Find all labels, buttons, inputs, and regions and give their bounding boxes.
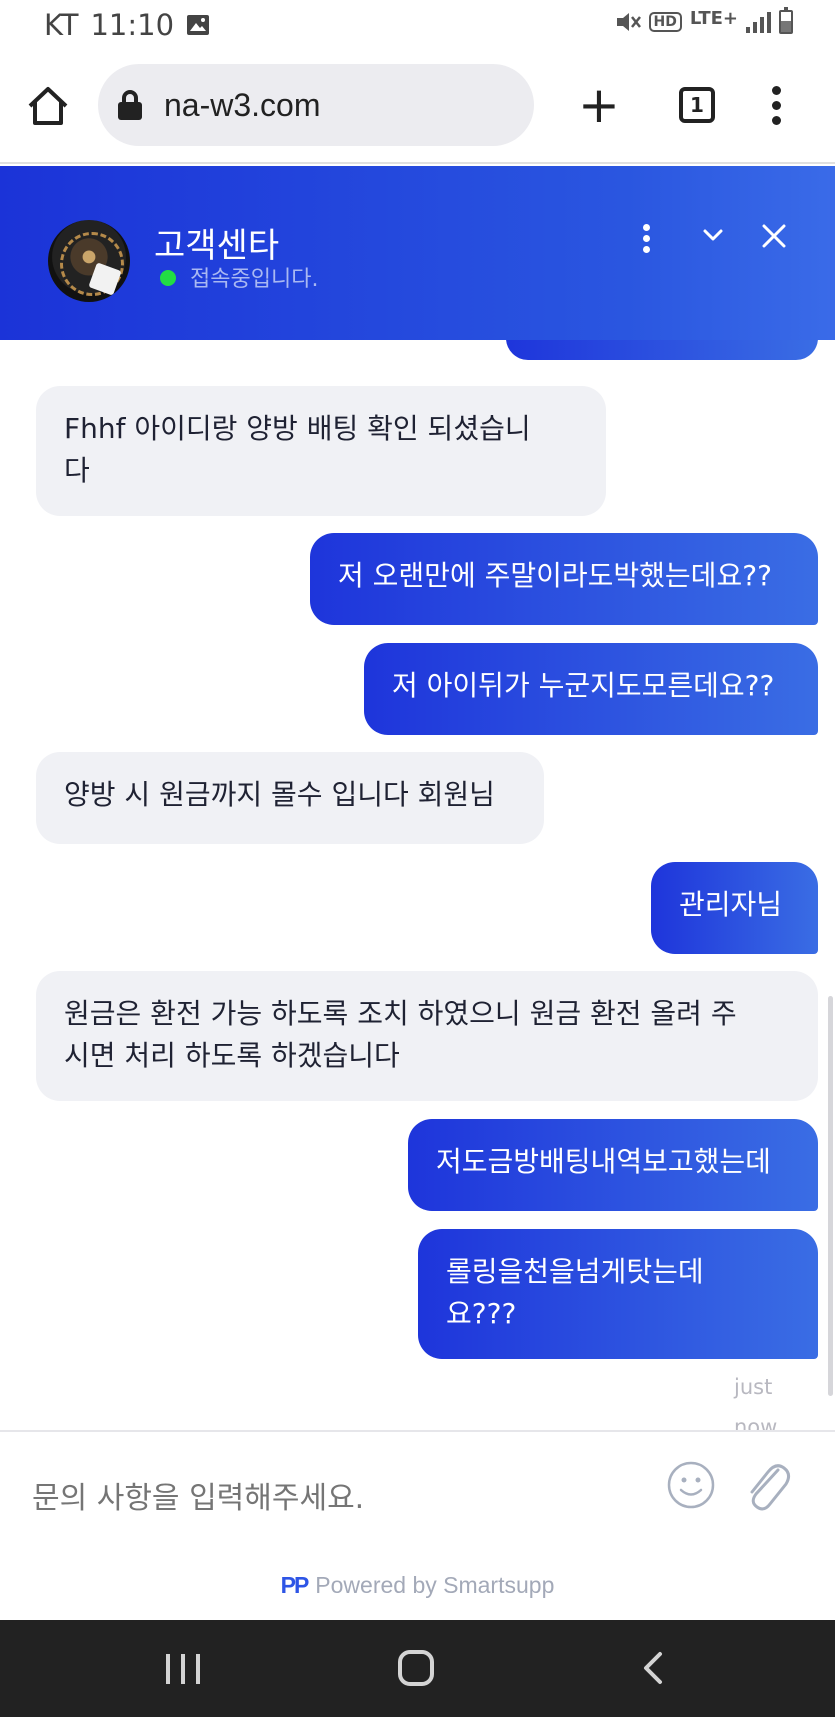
clock: 11:10 [90,8,175,42]
browser-toolbar: na-w3.com + 1 [0,52,835,164]
agent-message: Fhhf 아이디랑 양방 배팅 확인 되셨습니 다 [36,386,606,516]
user-message: 저 아이뒤가 누군지도모른데요?? [364,643,818,735]
home-icon[interactable] [26,84,70,128]
message-timestamp: just now [734,1375,778,1430]
chat-title: 고객센타 [154,226,280,266]
user-message: 저 오랜만에 주말이라도박했는데요?? [310,533,818,625]
message-list[interactable]: Fhhf 아이디랑 양방 배팅 확인 되셨습니 다 저 오랜만에 주말이라도박했… [0,340,835,1430]
close-icon[interactable] [760,222,788,250]
status-icons: HD LTE+ [615,7,793,34]
user-message: 저도금방배팅내역보고했는데 [408,1119,818,1211]
recent-apps-icon[interactable] [166,1654,200,1684]
powered-by-footer[interactable]: PP Powered by Smartsupp [0,1572,835,1599]
lock-icon [118,90,142,120]
powered-by-text: Powered by Smartsupp [315,1572,555,1598]
agent-message: 원금은 환전 가능 하도록 조치 하였으니 원금 환전 올려 주 시면 처리 하… [36,971,818,1101]
signal-icon [746,11,771,33]
emoji-icon[interactable] [666,1460,716,1510]
status-bar: KT 11:10 HD LTE+ [0,0,835,52]
mute-icon [616,13,641,31]
chat-header: 고객센타 접속중입니다. [0,166,835,340]
new-tab-icon[interactable]: + [578,80,620,130]
message-composer: PPPowered by Smartsupp [0,1430,835,1620]
carrier-label: KT [44,8,79,42]
agent-avatar [48,220,130,302]
tab-switcher-button[interactable]: 1 [679,87,715,123]
network-type-label: LTE+ [689,7,738,29]
home-button-icon[interactable] [398,1650,434,1686]
message-input[interactable] [32,1476,632,1520]
user-message: 롤링을천을넘게탓는데 요??? [418,1229,818,1359]
agent-message: 양방 시 원금까지 몰수 입니다 회원님 [36,752,544,844]
user-message: 관리자님 [651,862,818,954]
online-status-dot [160,270,176,286]
gallery-notification-icon [187,15,210,35]
message-scrollbar[interactable] [828,996,833,1396]
chat-options-icon[interactable] [643,224,653,258]
system-navigation-bar [0,1620,835,1717]
chevron-down-icon[interactable] [700,222,726,248]
partial-user-message [506,340,818,360]
hd-voice-icon: HD [648,12,682,32]
address-bar[interactable]: na-w3.com [98,64,534,146]
back-icon[interactable] [636,1650,672,1686]
battery-icon [779,7,793,34]
attachment-icon[interactable] [740,1456,792,1514]
browser-menu-icon[interactable] [772,86,782,126]
url-text: na-w3.com [164,86,321,123]
smartsupp-logo: PP [280,1572,310,1598]
status-left: KT 11:10 [44,8,210,42]
chat-status-text: 접속중입니다. [190,267,319,292]
